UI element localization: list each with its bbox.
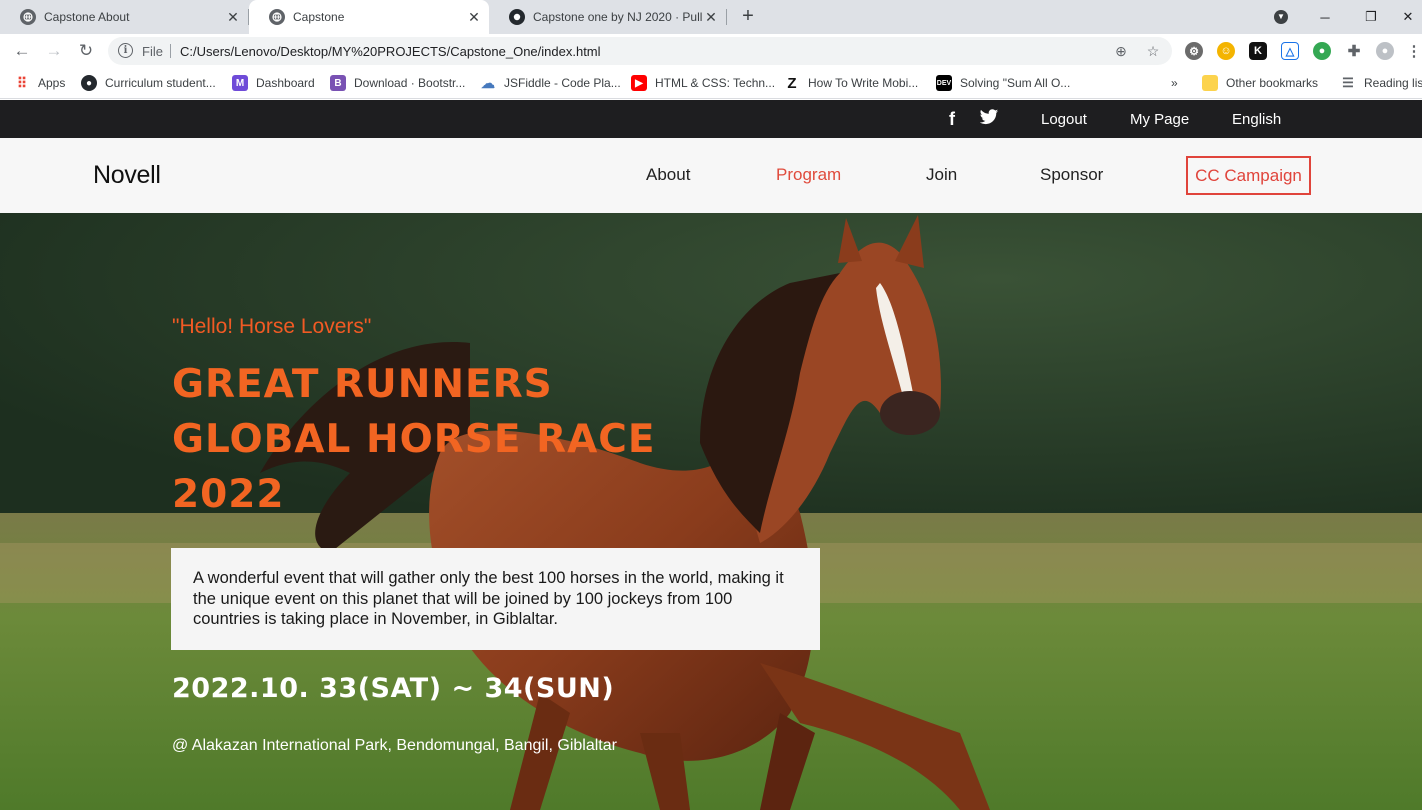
reading-list-icon: ☰ xyxy=(1342,75,1354,90)
tab-title: Capstone one by NJ 2020 · Pull R xyxy=(533,10,702,24)
bookmark-label: Download · Bootstr... xyxy=(354,76,466,90)
jsfiddle-icon: ☁ xyxy=(481,74,495,91)
bookmark-label: HTML & CSS: Techn... xyxy=(655,76,776,90)
hero-headline: GREAT RUNNERS GLOBAL HORSE RACE 2022 xyxy=(172,357,656,522)
bookmark-star-icon[interactable]: ☆ xyxy=(1144,42,1162,60)
zoom-icon[interactable]: ⊕ xyxy=(1112,42,1130,60)
event-venue: @ Alakazan International Park, Bendomung… xyxy=(172,737,617,754)
hero-greeting: "Hello! Horse Lovers" xyxy=(172,315,372,338)
cc-campaign-button[interactable]: CC Campaign xyxy=(1186,156,1311,195)
restore-button[interactable]: ❐ xyxy=(1348,0,1394,34)
github-icon xyxy=(509,9,525,25)
address-bar[interactable]: i File C:/Users/Lenovo/Desktop/MY%20PROJ… xyxy=(108,37,1172,65)
headline-line: 2022 xyxy=(172,472,285,517)
hero-description-box: A wonderful event that will gather only … xyxy=(171,548,820,650)
chevron-double-right-icon: » xyxy=(1171,76,1178,90)
bookmarks-overflow-button[interactable]: » xyxy=(1171,74,1178,92)
forward-button[interactable]: → xyxy=(42,39,66,63)
extension-gear-icon[interactable]: ⚙ xyxy=(1185,42,1203,60)
extensions-puzzle-icon[interactable]: ✚ xyxy=(1345,42,1363,60)
headline-line: GLOBAL HORSE RACE xyxy=(172,417,656,462)
nav-about[interactable]: About xyxy=(646,165,690,185)
close-window-button[interactable]: ✕ xyxy=(1394,0,1422,34)
reload-button[interactable]: ↻ xyxy=(74,39,98,63)
url-text[interactable]: C:/Users/Lenovo/Desktop/MY%20PROJECTS/Ca… xyxy=(180,44,601,59)
extension-color-icon[interactable]: ● xyxy=(1313,42,1331,60)
bookmark-sum-all[interactable]: DEV Solving "Sum All O... xyxy=(936,74,1070,92)
bookmark-apps[interactable]: ⠿ Apps xyxy=(14,74,66,92)
main-nav: Novell About Program Join Sponsor CC Cam… xyxy=(0,138,1422,213)
reload-icon: ↻ xyxy=(78,41,94,60)
bookmark-curriculum[interactable]: ● Curriculum student... xyxy=(81,74,216,92)
new-tab-button[interactable]: + xyxy=(738,4,758,28)
extension-face-icon[interactable]: ☺ xyxy=(1217,42,1235,60)
tab-title: Capstone About xyxy=(44,10,130,24)
github-icon: ● xyxy=(81,75,97,91)
url-scheme: File xyxy=(142,44,163,59)
minimize-button[interactable]: ─ xyxy=(1302,0,1348,34)
my-page-link[interactable]: My Page xyxy=(1130,111,1189,128)
site-topbar: f Logout My Page English xyxy=(0,100,1422,138)
site-logo[interactable]: Novell xyxy=(93,161,161,190)
twitter-icon[interactable] xyxy=(978,109,1000,129)
bootstrap-icon: B xyxy=(330,75,346,91)
extension-k-icon[interactable]: K xyxy=(1249,42,1267,60)
tab-github-pull-request[interactable]: Capstone one by NJ 2020 · Pull R ✕ xyxy=(489,0,726,34)
dev-icon: DEV xyxy=(936,75,952,91)
bookmark-label: Other bookmarks xyxy=(1226,76,1319,90)
close-tab-icon[interactable]: ✕ xyxy=(224,9,242,26)
event-date: 2022.10. 33(SAT) ~ 34(SUN) xyxy=(172,673,615,704)
bookmark-label: Dashboard xyxy=(256,76,315,90)
hero-section: "Hello! Horse Lovers" GREAT RUNNERS GLOB… xyxy=(0,213,1422,810)
nav-join[interactable]: Join xyxy=(926,165,957,185)
bookmark-reading-list[interactable]: ☰ Reading list xyxy=(1340,74,1422,92)
browser-tabstrip: Capstone About ✕ Capstone ✕ Capstone one… xyxy=(0,0,1422,34)
chevron-down-icon: ▼ xyxy=(1274,10,1288,24)
headline-line: GREAT RUNNERS xyxy=(172,362,553,407)
bookmark-label: Solving "Sum All O... xyxy=(960,76,1071,90)
apps-grid-icon: ⠿ xyxy=(16,74,28,91)
bookmark-other[interactable]: Other bookmarks xyxy=(1202,74,1318,92)
bookmark-bootstrap[interactable]: B Download · Bootstr... xyxy=(330,74,465,92)
language-link[interactable]: English xyxy=(1232,111,1281,128)
logout-link[interactable]: Logout xyxy=(1041,111,1087,128)
youtube-icon: ▶ xyxy=(631,75,647,91)
arrow-right-icon: → xyxy=(45,41,63,60)
back-button[interactable]: ← xyxy=(10,39,34,63)
bookmark-jsfiddle[interactable]: ☁ JSFiddle - Code Pla... xyxy=(480,74,621,92)
bookmark-label: Curriculum student... xyxy=(105,76,216,90)
facebook-icon[interactable]: f xyxy=(945,109,959,129)
microverse-icon: M xyxy=(232,75,248,91)
bookmark-label: Reading list xyxy=(1364,76,1422,90)
nav-sponsor[interactable]: Sponsor xyxy=(1040,165,1103,185)
bookmark-label: JSFiddle - Code Pla... xyxy=(504,76,621,90)
tab-capstone-about[interactable]: Capstone About ✕ xyxy=(0,0,248,34)
bookmark-label: How To Write Mobi... xyxy=(808,76,919,90)
url-divider xyxy=(170,44,171,58)
arrow-left-icon: ← xyxy=(13,41,31,60)
hero-description: A wonderful event that will gather only … xyxy=(193,569,784,628)
close-tab-icon[interactable]: ✕ xyxy=(465,9,483,26)
bookmarks-bar: ⠿ Apps ● Curriculum student... M Dashboa… xyxy=(0,68,1422,99)
globe-icon xyxy=(20,9,36,25)
extension-triangle-icon[interactable]: △ xyxy=(1281,42,1299,60)
tab-title: Capstone xyxy=(293,10,345,24)
folder-icon xyxy=(1202,75,1218,91)
bookmark-html-css[interactable]: ▶ HTML & CSS: Techn... xyxy=(631,74,775,92)
tab-capstone[interactable]: Capstone ✕ xyxy=(249,0,489,34)
z-icon: Z xyxy=(787,74,797,92)
profile-avatar-icon[interactable]: ● xyxy=(1376,42,1394,60)
close-tab-icon[interactable]: ✕ xyxy=(702,9,720,26)
browser-toolbar: ← → ↻ i File C:/Users/Lenovo/Desktop/MY%… xyxy=(0,34,1422,68)
menu-kebab-icon[interactable]: ⋮ xyxy=(1407,42,1422,60)
nav-program[interactable]: Program xyxy=(776,165,841,185)
globe-icon xyxy=(269,9,285,25)
bookmark-label: Apps xyxy=(38,76,66,90)
bookmark-mobile[interactable]: Z How To Write Mobi... xyxy=(784,74,918,92)
tab-divider xyxy=(726,9,727,25)
info-icon[interactable]: i xyxy=(118,43,133,58)
bookmark-dashboard[interactable]: M Dashboard xyxy=(232,74,315,92)
tab-search-button[interactable]: ▼ xyxy=(1258,0,1304,34)
